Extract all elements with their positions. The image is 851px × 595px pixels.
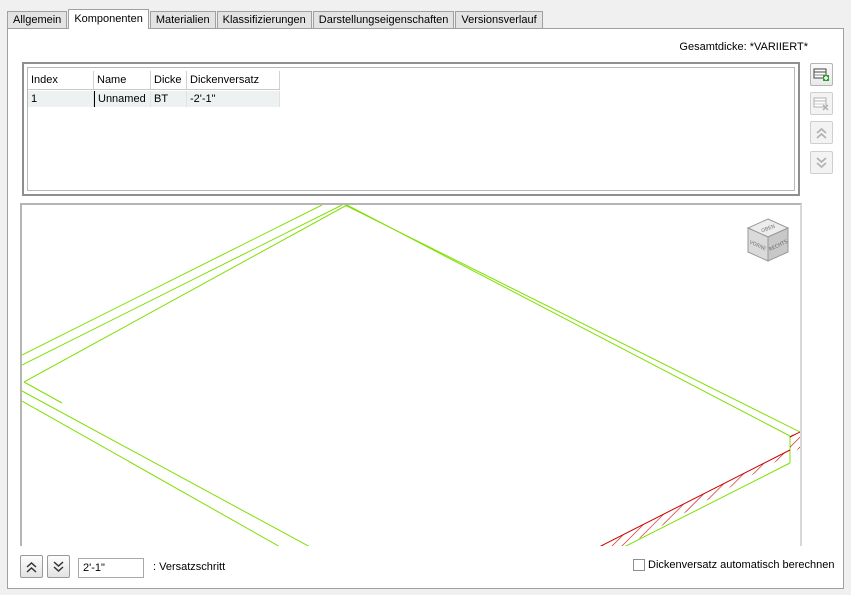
preview-drawing <box>22 205 800 546</box>
cell-index[interactable]: 1 <box>28 91 94 107</box>
tab-versionsverlauf[interactable]: Versionsverlauf <box>455 11 543 28</box>
offset-step-input[interactable]: 2'-1" <box>78 558 144 578</box>
total-thickness-label: Gesamtdicke: *VARIIERT* <box>679 41 808 53</box>
column-header-index[interactable]: Index <box>28 71 94 89</box>
tab-klassifizierungen[interactable]: Klassifizierungen <box>216 11 312 28</box>
double-chevron-up-icon <box>26 561 37 573</box>
tab-materialien[interactable]: Materialien <box>149 11 216 28</box>
components-grid: Index Name Dicke Dickenversatz 1 Unnamed… <box>22 62 800 196</box>
move-up-icon <box>816 127 827 139</box>
remove-component-button[interactable] <box>810 92 833 115</box>
auto-offset-label: Dickenversatz automatisch berechnen <box>648 559 835 571</box>
double-chevron-down-icon <box>53 560 64 572</box>
move-down-icon <box>816 156 827 168</box>
view-cube-icon[interactable]: OBEN VORNE RECHTS <box>744 215 792 265</box>
cell-dickenversatz[interactable]: -2'-1" <box>187 91 280 107</box>
move-down-button[interactable] <box>810 151 833 174</box>
preview-viewport[interactable]: OBEN VORNE RECHTS <box>20 203 802 546</box>
auto-offset-option[interactable]: Dickenversatz automatisch berechnen <box>633 559 834 571</box>
add-component-icon <box>813 68 829 81</box>
tab-bar: Allgemein Komponenten Materialien Klassi… <box>7 9 544 29</box>
move-up-button[interactable] <box>810 121 833 144</box>
column-header-dicke[interactable]: Dicke <box>151 71 187 89</box>
offset-step-label: : Versatzschritt <box>153 561 226 573</box>
offset-step-down-button[interactable] <box>47 555 70 578</box>
table-row[interactable]: 1 Unnamed BT -2'-1" <box>28 91 280 107</box>
remove-component-icon <box>813 97 829 111</box>
tab-allgemein[interactable]: Allgemein <box>7 11 68 28</box>
auto-offset-checkbox[interactable] <box>633 559 645 571</box>
column-header-dickenversatz[interactable]: Dickenversatz <box>187 71 280 89</box>
offset-step-up-button[interactable] <box>20 555 43 578</box>
column-header-name[interactable]: Name <box>94 71 151 89</box>
add-component-button[interactable] <box>810 63 833 86</box>
grid-header: Index Name Dicke Dickenversatz <box>28 71 280 90</box>
tab-komponenten[interactable]: Komponenten <box>68 9 149 29</box>
cell-name[interactable]: Unnamed <box>94 91 151 107</box>
tab-darstellungseigenschaften[interactable]: Darstellungseigenschaften <box>312 11 455 28</box>
cell-dicke[interactable]: BT <box>151 91 187 107</box>
